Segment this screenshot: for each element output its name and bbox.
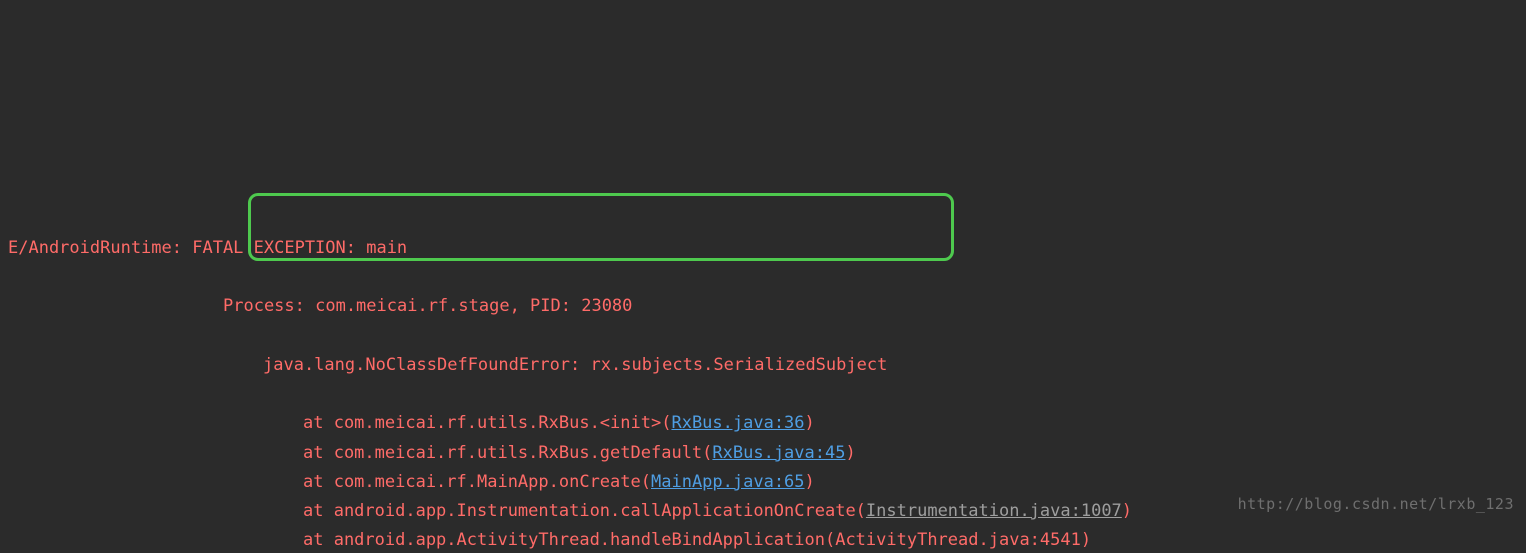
stack-frame-text: at android.app.ActivityThread.handleBind… (303, 530, 1091, 550)
stack-frame-text: at com.meicai.rf.utils.RxBus.<init>( (303, 413, 671, 433)
log-tag: E/AndroidRuntime: (8, 238, 182, 258)
stack-frame-text: ) (845, 443, 855, 463)
exception-line: java.lang.NoClassDefFoundError: rx.subje… (8, 351, 1518, 380)
process-line: Process: com.meicai.rf.stage, PID: 23080 (8, 292, 1518, 321)
stack-frame-text: at com.meicai.rf.utils.RxBus.getDefault( (303, 443, 712, 463)
stack-frame: at android.app.ActivityThread.handleBind… (8, 526, 1518, 553)
source-link[interactable]: RxBus.java:45 (712, 443, 845, 463)
stack-frame-text: ) (805, 472, 815, 492)
stack-frame-text: at com.meicai.rf.MainApp.onCreate( (303, 472, 651, 492)
log-header-msg: FATAL EXCEPTION: main (182, 238, 407, 258)
source-link[interactable]: RxBus.java:36 (671, 413, 804, 433)
watermark-text: http://blog.csdn.net/lrxb_123 (1238, 492, 1514, 518)
stack-frame-text: ) (1122, 501, 1132, 521)
stack-frames: at com.meicai.rf.utils.RxBus.<init>(RxBu… (8, 409, 1518, 553)
stack-frame-text: ) (805, 413, 815, 433)
source-link[interactable]: Instrumentation.java:1007 (866, 501, 1122, 521)
stack-frame: at com.meicai.rf.utils.RxBus.<init>(RxBu… (8, 409, 1518, 438)
stack-frame: at com.meicai.rf.utils.RxBus.getDefault(… (8, 439, 1518, 468)
stack-frame-text: at android.app.Instrumentation.callAppli… (303, 501, 866, 521)
source-link[interactable]: MainApp.java:65 (651, 472, 805, 492)
